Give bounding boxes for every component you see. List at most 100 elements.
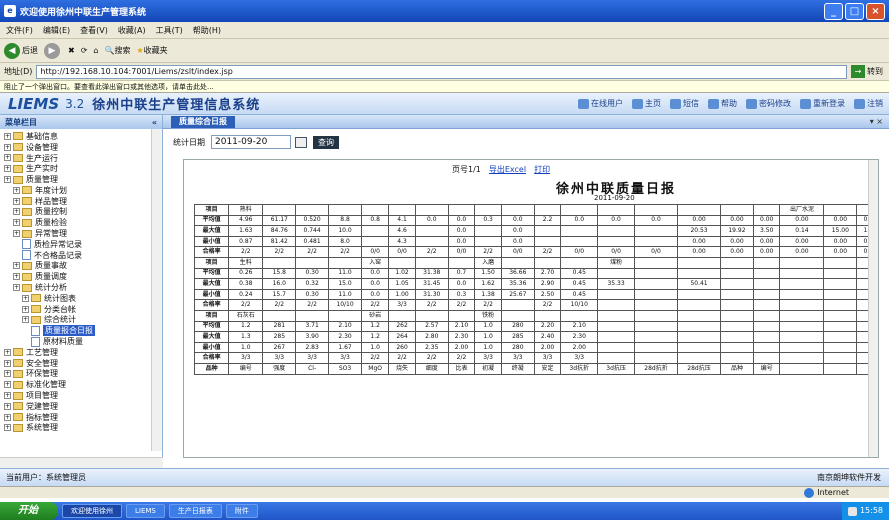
menu-file[interactable]: 文件(F)	[6, 25, 33, 36]
table-cell: 267	[262, 341, 297, 354]
expand-toggle-icon[interactable]: +	[4, 424, 11, 432]
expand-toggle-icon[interactable]: +	[13, 186, 20, 194]
sidebar-item[interactable]: + 设备管理	[2, 142, 162, 153]
sidebar-item[interactable]: 质量报合日报	[2, 325, 162, 337]
expand-toggle-icon[interactable]: +	[22, 294, 29, 302]
start-button[interactable]: 开始	[0, 502, 58, 520]
nav-home[interactable]: 主页	[632, 98, 661, 109]
expand-toggle-icon[interactable]: +	[4, 402, 11, 410]
expand-toggle-icon[interactable]: +	[22, 316, 29, 324]
go-button[interactable]: → 转到	[851, 65, 883, 78]
nav-help[interactable]: 帮助	[708, 98, 737, 109]
sidebar-item[interactable]: + 质量调度	[2, 271, 162, 282]
expand-toggle-icon[interactable]: +	[4, 392, 11, 400]
expand-toggle-icon[interactable]: +	[13, 230, 20, 238]
collapse-icon[interactable]: «	[152, 118, 157, 127]
sidebar-item[interactable]: + 质量事故	[2, 261, 162, 272]
sidebar-item[interactable]: + 综合统计	[2, 315, 162, 326]
expand-toggle-icon[interactable]: +	[4, 132, 11, 140]
expand-toggle-icon[interactable]: +	[13, 208, 20, 216]
stop-button[interactable]: ✖	[68, 46, 75, 55]
tab-quality-daily-report[interactable]: 质量综合日报	[171, 116, 235, 128]
table-cell	[597, 352, 635, 364]
sidebar-item[interactable]: + 生产实时	[2, 163, 162, 174]
sidebar-item[interactable]: + 年度计划	[2, 185, 162, 196]
sidebar-item[interactable]: + 统计分析	[2, 282, 162, 293]
home-button[interactable]: ⌂	[93, 46, 98, 55]
minimize-button[interactable]: _	[824, 2, 843, 20]
export-excel-link[interactable]: 导出Excel	[489, 164, 526, 175]
expand-toggle-icon[interactable]: +	[13, 273, 20, 281]
tab-controls[interactable]: ▾ ×	[870, 117, 883, 126]
expand-toggle-icon[interactable]: +	[4, 165, 11, 173]
table-cell: 熟料	[228, 204, 264, 216]
nav-online-users[interactable]: 在线用户	[578, 98, 623, 109]
popup-blocked-infobar[interactable]: 阻止了一个弹出窗口。要查看此弹出窗口或其他选项，请单击此处...	[0, 81, 889, 93]
sidebar-horizontal-scrollbar[interactable]	[0, 457, 163, 468]
expand-toggle-icon[interactable]: +	[4, 176, 11, 184]
sidebar-item[interactable]: + 分类台帐	[2, 304, 162, 315]
menu-favorites[interactable]: 收藏(A)	[118, 25, 146, 36]
sidebar-item[interactable]: + 样品管理	[2, 196, 162, 207]
task-button-report[interactable]: 生产日报表	[168, 504, 222, 518]
search-button[interactable]: 🔍 搜索	[104, 45, 130, 56]
refresh-button[interactable]: ⟳	[81, 46, 88, 55]
sidebar-item[interactable]: + 指标管理	[2, 412, 162, 423]
back-button[interactable]: ◀ 后退	[4, 42, 38, 59]
expand-toggle-icon[interactable]: +	[13, 197, 20, 205]
menu-view[interactable]: 查看(V)	[80, 25, 108, 36]
table-cell	[752, 204, 781, 216]
close-button[interactable]: ×	[866, 2, 885, 20]
favorites-button[interactable]: ★ 收藏夹	[136, 45, 167, 56]
expand-toggle-icon[interactable]: +	[4, 413, 11, 421]
nav-relogin[interactable]: 重新登录	[800, 98, 845, 109]
table-cell	[752, 309, 781, 322]
sidebar-item[interactable]: 原材料质量	[2, 336, 162, 347]
forward-button[interactable]: ▶	[44, 42, 62, 59]
expand-toggle-icon[interactable]: +	[13, 262, 20, 270]
sidebar-item[interactable]: 质检异常记录	[2, 239, 162, 250]
sidebar-item[interactable]: + 项目管理	[2, 390, 162, 401]
maximize-button[interactable]: □	[845, 2, 864, 20]
sidebar-item[interactable]: + 异常管理	[2, 228, 162, 239]
expand-toggle-icon[interactable]: +	[4, 381, 11, 389]
nav-logout[interactable]: 注销	[854, 98, 883, 109]
sidebar-item[interactable]: + 质量管理	[2, 174, 162, 185]
address-input[interactable]: http://192.168.10.104:7001/Liems/zslt/in…	[36, 64, 847, 79]
sidebar-item[interactable]: + 质量控制	[2, 207, 162, 218]
sidebar-item[interactable]: + 统计图表	[2, 293, 162, 304]
sidebar-item[interactable]: + 环保管理	[2, 369, 162, 380]
sidebar-item[interactable]: + 系统管理	[2, 423, 162, 434]
report-vertical-scrollbar[interactable]	[868, 160, 878, 457]
nav-sms[interactable]: 短信	[670, 98, 699, 109]
nav-change-password[interactable]: 密码修改	[746, 98, 791, 109]
sidebar-item[interactable]: + 安全管理	[2, 358, 162, 369]
expand-toggle-icon[interactable]: +	[13, 219, 20, 227]
menu-help[interactable]: 帮助(H)	[193, 25, 221, 36]
sidebar-item[interactable]: + 工艺管理	[2, 347, 162, 358]
calendar-icon[interactable]	[295, 136, 307, 148]
sidebar-item[interactable]: 不合格品记录	[2, 250, 162, 261]
expand-toggle-icon[interactable]: +	[4, 359, 11, 367]
task-button-ie[interactable]: 欢迎使用徐州	[62, 504, 122, 518]
task-button-liems[interactable]: LIEMS	[126, 504, 165, 518]
sidebar-item[interactable]: + 标准化管理	[2, 379, 162, 390]
print-link[interactable]: 打印	[534, 164, 550, 175]
expand-toggle-icon[interactable]: +	[13, 284, 20, 292]
expand-toggle-icon[interactable]: +	[22, 305, 29, 313]
sidebar-item[interactable]: + 质量检验	[2, 217, 162, 228]
query-button[interactable]: 查询	[313, 135, 339, 149]
sidebar-item[interactable]: + 生产运行	[2, 153, 162, 164]
sidebar-vertical-scrollbar[interactable]	[151, 129, 162, 451]
sidebar-item[interactable]: + 党建管理	[2, 401, 162, 412]
date-input[interactable]: 2011-09-20	[211, 135, 291, 149]
expand-toggle-icon[interactable]: +	[4, 143, 11, 151]
expand-toggle-icon[interactable]: +	[4, 370, 11, 378]
task-button-attachment[interactable]: 附件	[225, 504, 258, 518]
expand-toggle-icon[interactable]: +	[4, 154, 11, 162]
expand-toggle-icon[interactable]: +	[4, 348, 11, 356]
menu-tools[interactable]: 工具(T)	[156, 25, 183, 36]
table-cell	[447, 309, 476, 322]
menu-edit[interactable]: 编辑(E)	[43, 25, 70, 36]
sidebar-item[interactable]: + 基础信息	[2, 131, 162, 142]
